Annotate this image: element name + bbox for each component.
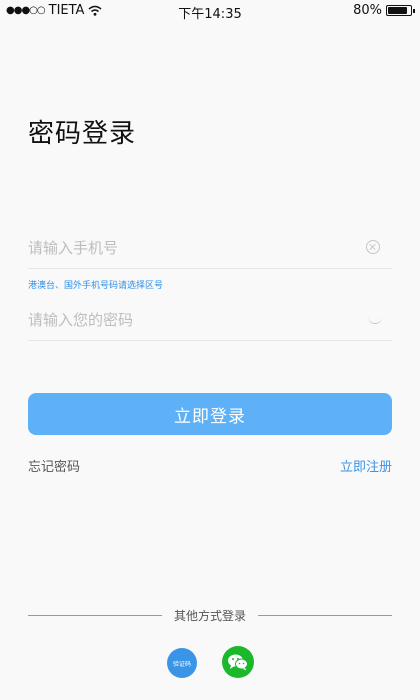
password-input[interactable] — [28, 300, 348, 340]
forgot-password-link[interactable]: 忘记密码 — [28, 456, 80, 475]
wechat-icon — [228, 654, 248, 671]
battery-percent: 80% — [353, 3, 382, 18]
alt-login-divider: 其他方式登录 — [28, 606, 393, 624]
region-hint[interactable]: 港澳台、国外手机号码请选择区号 — [28, 278, 163, 291]
page-title: 密码登录 — [28, 119, 137, 149]
sms-login-label: 验证码 — [172, 660, 191, 668]
battery-icon — [386, 5, 415, 16]
password-field — [28, 300, 392, 341]
divider-line-left — [28, 614, 162, 616]
wechat-login-button[interactable] — [222, 646, 254, 678]
sms-login-button[interactable]: 验证码 — [167, 648, 197, 678]
phone-input[interactable] — [28, 228, 348, 268]
login-button[interactable]: 立即登录 — [28, 393, 392, 435]
eye-closed-icon[interactable] — [368, 317, 382, 324]
register-link[interactable]: 立即注册 — [340, 456, 392, 475]
clear-icon[interactable] — [366, 240, 380, 254]
alt-login-label: 其他方式登录 — [174, 608, 247, 623]
phone-field — [28, 228, 392, 269]
status-right: 80% — [353, 3, 415, 18]
divider-line-right — [258, 614, 393, 616]
status-bar: ●●●○○ TIETA 下午14:35 80% — [0, 0, 420, 22]
